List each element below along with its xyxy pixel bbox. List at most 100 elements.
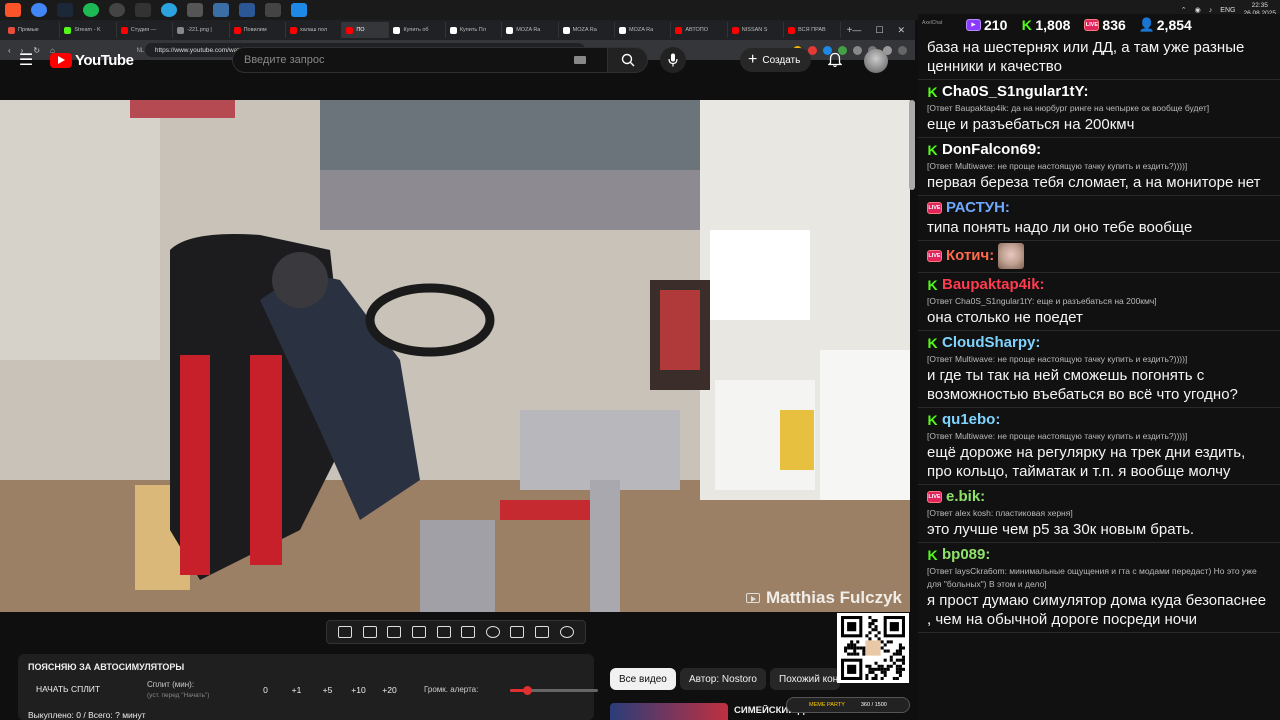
chrome-icon[interactable] (31, 3, 47, 17)
chat-message-header: K DonFalcon69: (927, 140, 1272, 160)
expand-icon[interactable] (436, 626, 451, 638)
qr-module (850, 646, 854, 650)
search-button[interactable] (608, 47, 648, 73)
tab-label: -221.png | (187, 27, 212, 33)
film-icon[interactable] (412, 626, 427, 638)
video-frame (0, 100, 910, 612)
create-button[interactable]: + Создать (740, 48, 812, 72)
chip-similar[interactable]: Похожий кон (770, 668, 840, 690)
chat-username[interactable]: CloudSharpy: (942, 333, 1040, 353)
add-icon[interactable] (510, 626, 525, 638)
panel-title: ПОЯСНЯЮ ЗА АВТОСИМУЛЯТОРЫ (28, 662, 185, 672)
video-player[interactable]: Matthias Fulczyk (0, 100, 910, 612)
alert-volume-slider[interactable] (510, 686, 598, 695)
chip-author[interactable]: Автор: Nostoro (680, 668, 766, 690)
qr-module (871, 619, 875, 623)
app-icon[interactable] (291, 3, 307, 17)
chat-username[interactable]: DonFalcon69: (942, 140, 1041, 160)
browser-tab[interactable]: Прямые (4, 22, 61, 38)
qr-module (892, 676, 896, 680)
browser-tab[interactable]: MOZA Ra (559, 22, 615, 38)
chat-username[interactable]: e.bik: (946, 487, 985, 507)
chat-reply-quote: [Ответ Baupaktap4ik: да на нюрбург ринге… (927, 103, 1210, 113)
app-icon[interactable] (265, 3, 281, 17)
chat-username[interactable]: bp089: (942, 545, 990, 565)
split-add-5[interactable]: +5 (312, 685, 343, 695)
voice-search-button[interactable] (660, 47, 686, 73)
browser-tab[interactable]: Повилим (230, 22, 286, 38)
screen: ⌃ ◉ ♪ ENG 22:35 26.08.2025 ПрямыеStream … (0, 0, 1280, 720)
steam-icon[interactable] (57, 3, 73, 17)
browser-tab[interactable]: NISSAN S (728, 22, 785, 38)
close-icon[interactable]: ✕ (897, 25, 905, 36)
chip-all-videos[interactable]: Все видео (610, 668, 676, 690)
volume-icon[interactable]: ♪ (1209, 7, 1213, 14)
hamburger-menu-icon[interactable]: ☰ (6, 50, 46, 70)
split-value-0[interactable]: 0 (250, 685, 281, 695)
qr-module (868, 622, 872, 626)
network-icon[interactable]: ◉ (1195, 6, 1201, 14)
loop-icon[interactable] (338, 626, 353, 638)
qr-module (847, 643, 851, 647)
obs-icon[interactable] (109, 3, 125, 17)
play-icon (745, 593, 760, 603)
keyboard-icon[interactable] (574, 56, 586, 64)
youtube-logo[interactable]: YouTube NL (50, 48, 144, 69)
gear-icon[interactable] (559, 626, 574, 638)
speed-icon[interactable] (485, 626, 500, 638)
chat-username[interactable]: Cha0S_S1ngular1tY: (942, 82, 1088, 102)
browser-tab[interactable]: ПО (342, 22, 390, 38)
browser-tab[interactable]: MOZA Ra (502, 22, 559, 38)
qr-code-image (841, 616, 905, 680)
kick-icon: K (927, 84, 938, 100)
spotify-icon[interactable] (83, 3, 99, 17)
chat-username[interactable]: Котич: (946, 246, 994, 266)
browser-tab[interactable]: Купить Пл (446, 22, 503, 38)
qr-module (853, 646, 857, 650)
split-add-20[interactable]: +20 (374, 685, 405, 695)
notifications-bell-icon[interactable] (828, 52, 842, 68)
browser-tab[interactable]: Купить об (389, 22, 446, 38)
slider-knob[interactable] (523, 686, 533, 695)
qr-module (886, 640, 890, 644)
chat-username[interactable]: Baupaktap4ik: (942, 275, 1045, 295)
screen-icon[interactable] (387, 626, 402, 638)
app-icon[interactable] (135, 3, 151, 17)
browser-tab[interactable]: АВТОПО (671, 22, 728, 38)
camera-icon[interactable] (535, 626, 550, 638)
split-add-1[interactable]: +1 (281, 685, 312, 695)
qr-module (856, 652, 860, 656)
brave-icon[interactable] (5, 3, 21, 17)
split-add-10[interactable]: +10 (343, 685, 374, 695)
qr-module (889, 640, 893, 644)
kick-icon: K (927, 547, 938, 563)
minimize-icon[interactable]: — (852, 25, 861, 36)
browser-tab[interactable]: -221.png | (173, 22, 230, 38)
browser-tab[interactable]: ВСЯ ПРАВ (784, 22, 841, 38)
app-icon[interactable] (239, 3, 255, 17)
theater-icon[interactable] (461, 626, 476, 638)
qr-module (874, 661, 878, 665)
split-hint: (уст. перед "Начать") (147, 692, 210, 699)
language-indicator[interactable]: ENG (1220, 7, 1235, 14)
audio-icon[interactable] (362, 626, 377, 638)
qr-module (886, 667, 890, 671)
search-input[interactable] (244, 54, 574, 66)
recommended-video-thumbnail[interactable] (610, 703, 728, 720)
browser-tab[interactable]: Stream - K (60, 22, 117, 38)
qr-module (895, 664, 899, 668)
browser-tab[interactable]: халаш пол (286, 22, 343, 38)
chevron-up-icon[interactable]: ⌃ (1181, 6, 1187, 14)
app-icon[interactable] (213, 3, 229, 17)
player-tools-bar (326, 620, 586, 644)
browser-tab[interactable]: MOZA Ra (615, 22, 672, 38)
telegram-icon[interactable] (161, 3, 177, 17)
chat-username[interactable]: РАСТУН: (946, 198, 1010, 218)
chat-username[interactable]: qu1ebo: (942, 410, 1000, 430)
maximize-icon[interactable]: ☐ (875, 25, 883, 36)
account-avatar[interactable] (864, 49, 888, 73)
browser-tab[interactable]: Студия — (117, 22, 174, 38)
page-scrollbar[interactable] (909, 100, 915, 190)
start-split-button[interactable]: НАЧАТЬ СПЛИТ (36, 684, 100, 694)
app-icon[interactable] (187, 3, 203, 17)
